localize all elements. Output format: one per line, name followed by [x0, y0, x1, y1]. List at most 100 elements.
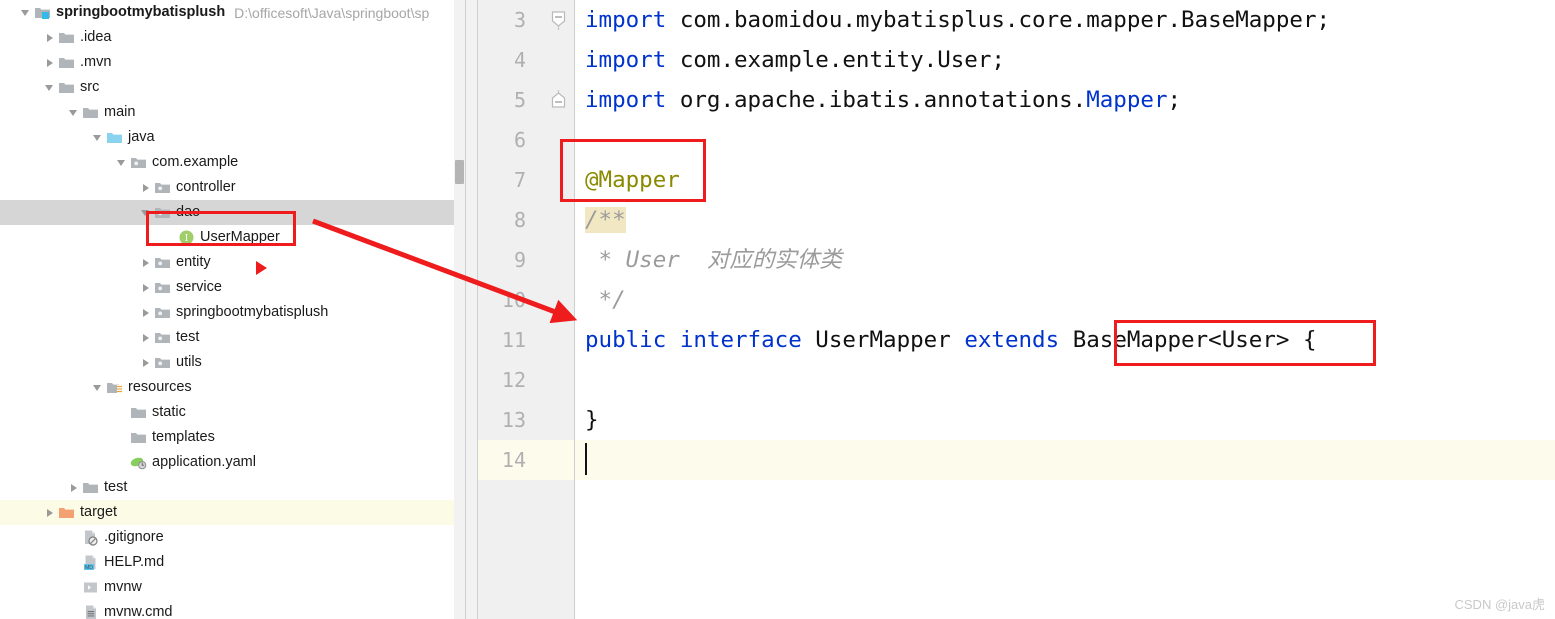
- code-token: org.apache.ibatis.annotations.: [679, 87, 1087, 113]
- chevron-down-icon[interactable]: [44, 75, 58, 100]
- code-token: public: [585, 327, 680, 353]
- tree-row-test[interactable]: test: [0, 475, 465, 500]
- chevron-right-icon[interactable]: [68, 475, 82, 500]
- code-line-3[interactable]: 3 import com.baomidou.mybatisplus.core.ma…: [478, 0, 1555, 40]
- tree-item-label: main: [104, 104, 136, 120]
- tree-item-label: HELP.md: [104, 554, 165, 570]
- code-line-9[interactable]: 9 * User 对应的实体类: [478, 240, 1555, 280]
- svg-text:I: I: [185, 234, 189, 244]
- folder-icon: [58, 54, 75, 71]
- tree-item-label: service: [176, 279, 222, 295]
- code-line-4[interactable]: 4 import com.example.entity.User;: [478, 40, 1555, 80]
- tree-row-help-md[interactable]: MD HELP.md: [0, 550, 465, 575]
- tree-row-springbootmybatisplush[interactable]: springbootmybatisplush: [0, 300, 465, 325]
- fold-collapse-end-icon[interactable]: [550, 88, 567, 110]
- tree-row-entity[interactable]: entity: [0, 250, 465, 275]
- code-token: Mapper: [1086, 87, 1168, 113]
- folder-icon: [58, 79, 75, 96]
- project-root-name: springbootmybatisplush: [56, 4, 226, 20]
- code-text: import com.example.entity.User;: [585, 40, 1005, 80]
- code-token: UserMapper: [815, 327, 965, 353]
- project-tree-panel[interactable]: springbootmybatisplush D:\officesoft\Jav…: [0, 0, 465, 619]
- code-line-11[interactable]: 11 public interface UserMapper extends Ba…: [478, 320, 1555, 360]
- tree-item-list[interactable]: .idea .mvn src main java com.example controlle…: [0, 25, 465, 619]
- chevron-down-icon[interactable]: [140, 200, 154, 225]
- code-line-5[interactable]: 5 import org.apache.ibatis.annotations.Ma…: [478, 80, 1555, 120]
- tree-item-label: springbootmybatisplush: [176, 304, 329, 320]
- tree-row-mvnw[interactable]: mvnw: [0, 575, 465, 600]
- tree-item-label: dao: [176, 204, 201, 220]
- tree-row-src[interactable]: src: [0, 75, 465, 100]
- code-token: interface: [679, 327, 816, 353]
- tree-item-label: controller: [176, 179, 236, 195]
- tree-row-resources[interactable]: resources: [0, 375, 465, 400]
- code-token: com.baomidou.mybatisplus.core.mapper.Bas…: [679, 7, 1331, 33]
- resources-folder-icon: [106, 379, 123, 396]
- tree-row-java[interactable]: java: [0, 125, 465, 150]
- tree-row-target[interactable]: target: [0, 500, 465, 525]
- code-line-13[interactable]: 13}: [478, 400, 1555, 440]
- chevron-right-icon[interactable]: [140, 350, 154, 375]
- tree-row-idea[interactable]: .idea: [0, 25, 465, 50]
- tree-row-service[interactable]: service: [0, 275, 465, 300]
- folder-icon: [130, 429, 147, 446]
- script-file-icon: [82, 579, 99, 596]
- tree-row-usermapper[interactable]: I UserMapper: [0, 225, 465, 250]
- tree-row-controller[interactable]: controller: [0, 175, 465, 200]
- chevron-right-icon[interactable]: [44, 500, 58, 525]
- chevron-right-icon[interactable]: [44, 50, 58, 75]
- chevron-down-icon[interactable]: [116, 150, 130, 175]
- chevron-right-icon[interactable]: [140, 325, 154, 350]
- tree-row-com-example[interactable]: com.example: [0, 150, 465, 175]
- tree-row-static[interactable]: static: [0, 400, 465, 425]
- tree-item-label: resources: [128, 379, 192, 395]
- tree-row-utils[interactable]: utils: [0, 350, 465, 375]
- markdown-file-icon: MD: [82, 554, 99, 571]
- code-text: */: [585, 280, 626, 320]
- code-editor[interactable]: 3 import com.baomidou.mybatisplus.core.ma…: [478, 0, 1555, 619]
- chevron-down-icon[interactable]: [20, 0, 34, 25]
- tree-row-gitignore[interactable]: .gitignore: [0, 525, 465, 550]
- tree-scrollbar-thumb[interactable]: [455, 160, 464, 184]
- tree-row-templates[interactable]: templates: [0, 425, 465, 450]
- package-icon: [154, 279, 171, 296]
- tree-item-label: templates: [152, 429, 215, 445]
- gitignore-file-icon: [82, 529, 99, 546]
- code-line-12[interactable]: 12: [478, 360, 1555, 400]
- code-token: import: [585, 87, 680, 113]
- package-icon: [154, 179, 171, 196]
- tree-row-main[interactable]: main: [0, 100, 465, 125]
- code-token: import: [585, 7, 680, 33]
- chevron-right-icon[interactable]: [140, 275, 154, 300]
- code-line-10[interactable]: 10 */: [478, 280, 1555, 320]
- code-line-14[interactable]: 14: [478, 440, 1555, 480]
- panel-splitter[interactable]: [465, 0, 478, 619]
- chevron-right-icon[interactable]: [140, 300, 154, 325]
- chevron-down-icon[interactable]: [92, 125, 106, 150]
- package-icon: [154, 354, 171, 371]
- code-text: /**: [585, 200, 626, 240]
- chevron-right-icon[interactable]: [140, 175, 154, 200]
- tree-row-dao[interactable]: dao: [0, 200, 465, 225]
- tree-row-mvnw-cmd[interactable]: mvnw.cmd: [0, 600, 465, 619]
- code-line-7[interactable]: 7 @Mapper: [478, 160, 1555, 200]
- package-icon: [154, 204, 171, 221]
- gutter-divider: [574, 0, 575, 619]
- fold-collapse-start-icon[interactable]: [550, 10, 567, 32]
- chevron-down-icon[interactable]: [68, 100, 82, 125]
- tree-row-test[interactable]: test: [0, 325, 465, 350]
- tree-row-application-yaml[interactable]: application.yaml: [0, 450, 465, 475]
- code-token: }: [585, 407, 599, 433]
- code-line-8[interactable]: 8 /**: [478, 200, 1555, 240]
- chevron-down-icon[interactable]: [92, 375, 106, 400]
- code-text: import org.apache.ibatis.annotations.Map…: [585, 80, 1181, 120]
- code-token: com.example.entity.User;: [679, 47, 1005, 73]
- chevron-right-icon[interactable]: [140, 250, 154, 275]
- tree-scrollbar[interactable]: [454, 0, 465, 619]
- tree-row-mvn[interactable]: .mvn: [0, 50, 465, 75]
- code-line-6[interactable]: 6: [478, 120, 1555, 160]
- chevron-right-icon[interactable]: [44, 25, 58, 50]
- tree-row-project-root[interactable]: springbootmybatisplush D:\officesoft\Jav…: [0, 0, 465, 25]
